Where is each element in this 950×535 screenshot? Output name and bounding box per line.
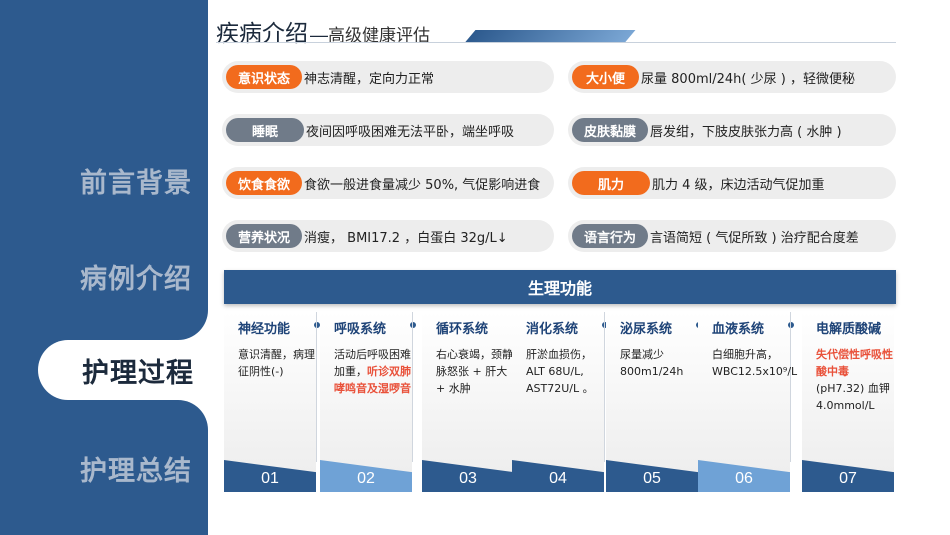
column-title: 循环系统 [436,322,489,337]
tag-value: 尿量 800ml/24h( 少尿 ) ，轻微便秘 [641,71,855,87]
assessment-appetite: 饮食食欲 食欲一般进食量减少 50%, 气促影响进食 [222,167,554,199]
tag-label: 睡眠 [226,118,305,142]
column-title: 电解质酸碱 [816,322,882,337]
title-underline [216,42,896,43]
column-title: 呼吸系统 [334,322,387,337]
column-number: 05 [606,460,698,492]
column-text-body: 肝淤血损伤，ALT 68U/L, AST72U/L 。 [526,348,594,395]
assessment-nutrition: 营养状况 消瘦， BMI17.2 ，白蛋白 32g/L↓ [222,220,554,252]
column-text-body: 白细胞升高，WBC12.5x10⁹/L [712,348,798,378]
tag-label: 皮肤黏膜 [572,118,649,142]
tag-value: 神志清醒，定向力正常 [304,71,435,87]
sidebar-item-nursing-process[interactable]: 护理过程 [38,340,238,400]
column-text: 肝淤血损伤，ALT 68U/L, AST72U/L 。 [526,346,606,397]
sidebar-item-preface[interactable]: 前言背景 [0,150,208,210]
physiology-column-electrolyte: 电解质酸碱 失代偿性呼吸性酸中毒 (pH7.32) 血钾 4.0mmol/L 07 [802,312,894,492]
column-text-highlight: 失代偿性呼吸性酸中毒 [816,348,893,378]
assessment-excretion: 大小便 尿量 800ml/24h( 少尿 ) ，轻微便秘 [568,61,896,93]
physiology-column-respiratory: 呼吸系统 活动后呼吸困难加重，听诊双肺哮鸣音及湿啰音 02 [320,312,416,492]
column-dot-icon [788,322,794,328]
sidebar-item-nursing-summary[interactable]: 护理总结 [0,438,208,498]
column-number: 04 [512,460,604,492]
tag-value: 言语简短 ( 气促所致 ) 治疗配合度差 [650,230,859,246]
column-title: 泌尿系统 [620,322,673,337]
column-title: 血液系统 [712,322,765,337]
sidebar-item-case-intro[interactable]: 病例介绍 [0,246,208,306]
column-text: 白细胞升高，WBC12.5x10⁹/L [712,346,797,380]
tag-label: 语言行为 [572,224,649,248]
physiology-column-urinary: 泌尿系统 尿量减少 800m1/24h 05 [606,312,702,492]
physiology-column-neuro: 神经功能 意识清醒，病理征阴性(-) 01 [224,312,320,492]
tag-label: 饮食食欲 [226,171,303,195]
column-number: 06 [698,460,790,492]
assessment-language: 语言行为 言语简短 ( 气促所致 ) 治疗配合度差 [568,220,896,252]
column-title: 消化系统 [526,322,579,337]
physiology-column-digestive: 消化系统 肝淤血损伤，ALT 68U/L, AST72U/L 。 04 [512,312,608,492]
column-text: 尿量减少 800m1/24h [620,346,700,380]
column-text: 右心衰竭，颈静脉怒张 + 肝大 + 水肿 [436,346,516,397]
column-text-body: 尿量减少 800m1/24h [620,348,684,378]
active-tab-notch-top [178,310,208,340]
column-text: 失代偿性呼吸性酸中毒 (pH7.32) 血钾 4.0mmol/L [816,346,896,414]
column-number: 07 [802,460,894,492]
column-divider [316,312,317,462]
physiology-column-circulatory: 循环系统 右心衰竭，颈静脉怒张 + 肝大 + 水肿 03 [422,312,518,492]
tag-value: 消瘦， BMI17.2 ，白蛋白 32g/L↓ [304,230,508,246]
column-number: 02 [320,460,412,492]
tag-label: 营养状况 [226,224,303,248]
tag-label: 意识状态 [226,65,303,89]
tag-label: 大小便 [572,65,640,89]
tag-value: 夜间因呼吸困难无法平卧，端坐呼吸 [306,124,515,140]
column-text: 意识清醒，病理征阴性(-) [238,346,318,380]
column-text: 活动后呼吸困难加重，听诊双肺哮鸣音及湿啰音 [334,346,414,397]
tag-label: 肌力 [572,171,651,195]
column-text-body: 意识清醒，病理征阴性(-) [238,348,315,378]
column-number: 03 [422,460,514,492]
active-tab-notch-bottom [178,400,208,430]
column-title: 神经功能 [238,322,291,337]
assessment-muscle: 肌力 肌力 4 级，床边活动气促加重 [568,167,896,199]
sidebar: 前言背景 病例介绍 护理总结 [0,0,208,535]
tag-value: 唇发绀，下肢皮肤张力高 ( 水肿 ) [650,124,842,140]
column-dot-icon [410,322,416,328]
column-divider [790,312,791,462]
assessment-skin: 皮肤黏膜 唇发绀，下肢皮肤张力高 ( 水肿 ) [568,114,896,146]
column-text-body: (pH7.32) 血钾 4.0mmol/L [816,382,890,412]
assessment-consciousness: 意识状态 神志清醒，定向力正常 [222,61,554,93]
tag-value: 肌力 4 级，床边活动气促加重 [652,177,825,193]
page-title: 疾病介绍 — 高级健康评估 [216,14,430,47]
physiology-column-blood: 血液系统 白细胞升高，WBC12.5x10⁹/L 06 [698,312,797,492]
column-text-body: 右心衰竭，颈静脉怒张 + 肝大 + 水肿 [436,348,513,395]
tag-value: 食欲一般进食量减少 50%, 气促影响进食 [304,177,541,193]
physiology-header: 生理功能 [224,270,896,304]
column-number: 01 [224,460,316,492]
assessment-sleep: 睡眠 夜间因呼吸困难无法平卧，端坐呼吸 [222,114,554,146]
